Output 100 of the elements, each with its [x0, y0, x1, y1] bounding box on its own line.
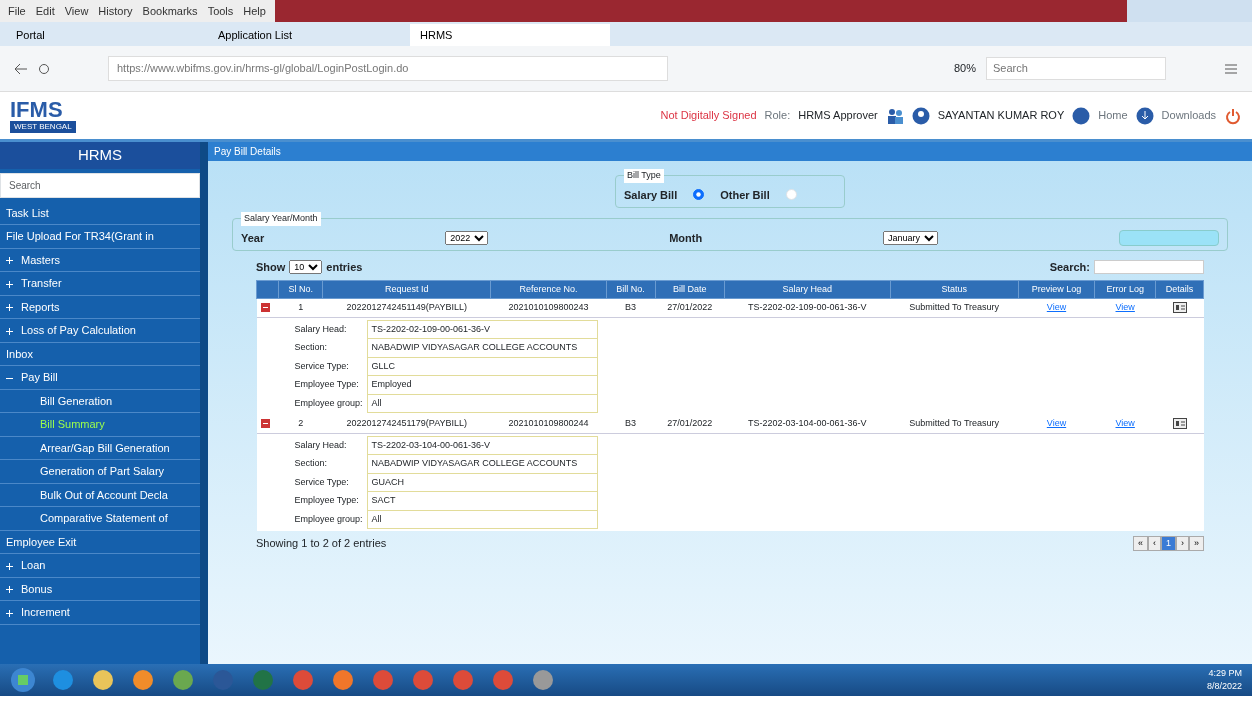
- details-icon[interactable]: [1172, 418, 1187, 430]
- page-length-select[interactable]: 10: [289, 260, 323, 275]
- sidebar-item[interactable]: Loss of Pay Calculation: [0, 319, 200, 343]
- download-icon[interactable]: [1135, 106, 1154, 125]
- detail-label: Salary Head:: [294, 323, 347, 334]
- detail-label: Employee group:: [294, 513, 363, 524]
- column-header: Sl No.: [278, 280, 323, 299]
- browser-tab[interactable]: Portal: [6, 23, 206, 46]
- field-label: Month: [669, 230, 703, 246]
- sidebar-item[interactable]: Generation of Part Salary: [0, 460, 200, 484]
- taskbar-app-icon[interactable]: [530, 668, 556, 692]
- sidebar-item[interactable]: Task List: [0, 201, 200, 225]
- detail-label: Service Type:: [294, 476, 349, 487]
- year-select[interactable]: 2022: [445, 230, 489, 245]
- search-field[interactable]: Search: [986, 57, 1166, 80]
- sidebar-item[interactable]: Arrear/Gap Bill Generation: [0, 436, 200, 460]
- sidebar-item[interactable]: Increment: [0, 601, 200, 625]
- table-cell: 2021010109800243: [508, 302, 589, 312]
- detail-label: Section:: [294, 458, 328, 468]
- sidebar-search-field[interactable]: Search: [0, 172, 200, 198]
- view-link[interactable]: View: [1115, 418, 1135, 428]
- menu-item[interactable]: Edit: [35, 2, 55, 20]
- radio-label: Salary Bill: [624, 187, 678, 203]
- taskbar-app-icon[interactable]: [90, 668, 116, 692]
- sidebar-item[interactable]: Pay Bill: [0, 366, 200, 390]
- sidebar-item[interactable]: File Upload For TR34(Grant in: [0, 225, 200, 249]
- detail-value: TS-2202-02-109-00-061-36-V: [371, 323, 491, 334]
- sign-status: Not Digitally Signed: [660, 108, 757, 124]
- menu-item[interactable]: File: [8, 2, 26, 20]
- table-cell: 1: [298, 302, 304, 312]
- url-field[interactable]: https://www.wbifms.gov.in/hrms-gl/global/LoginPostLogin.do: [108, 56, 668, 81]
- browser-tab[interactable]: HRMS: [410, 23, 610, 46]
- taskbar-app-icon[interactable]: [410, 668, 436, 692]
- table-cell: TS-2202-03-104-00-061-36-V: [748, 418, 867, 428]
- sidebar-item[interactable]: Transfer: [0, 272, 200, 296]
- taskbar-app-icon[interactable]: [370, 668, 396, 692]
- browser-tab[interactable]: Application List: [208, 23, 408, 46]
- menu-item[interactable]: Bookmarks: [142, 2, 198, 20]
- table-cell: Submitted To Treasury: [909, 418, 1000, 428]
- view-link[interactable]: View: [1115, 302, 1135, 312]
- menu-item[interactable]: View: [64, 2, 89, 20]
- detail-value: GLLC: [371, 360, 396, 371]
- menu-item[interactable]: Tools: [207, 2, 234, 20]
- user-icon[interactable]: [911, 106, 930, 125]
- sidebar-item[interactable]: Employee Exit: [0, 530, 200, 554]
- detail-value: GUACH: [371, 476, 405, 487]
- taskbar-app-icon[interactable]: [50, 668, 76, 692]
- radio-button[interactable]: [693, 189, 705, 201]
- zoom-level[interactable]: 80%: [953, 60, 976, 77]
- table-cell: TS-2202-02-109-00-061-36-V: [748, 302, 867, 312]
- taskbar-app-icon[interactable]: [490, 668, 516, 692]
- month-select[interactable]: January: [883, 230, 939, 245]
- detail-value: NABADWIP VIDYASAGAR COLLEGE ACCOUNTS: [371, 342, 578, 352]
- sidebar-item[interactable]: Masters: [0, 248, 200, 272]
- role-label: Role:: [764, 108, 791, 124]
- sidebar-item[interactable]: Comparative Statement of: [0, 507, 200, 531]
- table-cell: Submitted To Treasury: [909, 302, 1000, 312]
- table-search-field[interactable]: [1094, 260, 1204, 275]
- user-name[interactable]: SAYANTAN KUMAR ROY: [937, 107, 1065, 124]
- table-cell: 27/01/2022: [667, 302, 713, 312]
- column-header: Status: [890, 280, 1019, 299]
- table-info: Showing 1 to 2 of 2 entries: [256, 536, 387, 551]
- details-icon[interactable]: [1172, 302, 1187, 314]
- downloads-link[interactable]: Downloads: [1161, 107, 1216, 124]
- back-icon[interactable]: [14, 62, 28, 75]
- logo-text: IFMS: [10, 98, 64, 121]
- home-link[interactable]: Home: [1098, 107, 1128, 124]
- logo-subtitle: WEST BENGAL: [10, 120, 76, 133]
- collapse-icon[interactable]: [260, 303, 270, 313]
- detail-label: Employee group:: [294, 397, 363, 408]
- collapse-icon[interactable]: [260, 419, 270, 429]
- start-icon[interactable]: [10, 667, 36, 693]
- sidebar-item[interactable]: Bulk Out of Account Decla: [0, 483, 200, 507]
- detail-label: Employee Type:: [294, 379, 359, 389]
- view-link[interactable]: View: [1046, 302, 1067, 312]
- taskbar-app-icon[interactable]: [130, 668, 156, 692]
- taskbar-app-icon[interactable]: [170, 668, 196, 692]
- menu-icon[interactable]: [1224, 62, 1238, 75]
- sidebar-title: HRMS: [0, 142, 200, 169]
- taskbar-app-icon[interactable]: [290, 668, 316, 692]
- sidebar-item[interactable]: Reports: [0, 295, 200, 319]
- view-link[interactable]: View: [1046, 418, 1067, 428]
- column-header: Bill No.: [606, 280, 656, 299]
- table-cell: 2022012742451149(PAYBILL): [346, 302, 467, 312]
- sidebar-item[interactable]: Loan: [0, 554, 200, 578]
- sidebar-item[interactable]: Inbox: [0, 342, 200, 366]
- table-cell: 2022012742451179(PAYBILL): [346, 418, 467, 428]
- sidebar-item[interactable]: Bonus: [0, 577, 200, 601]
- users-icon[interactable]: [885, 106, 904, 125]
- entries-label: entries: [326, 260, 363, 275]
- sidebar-item[interactable]: Bill Summary: [0, 413, 200, 437]
- sidebar-item[interactable]: Bill Generation: [0, 389, 200, 413]
- detail-value: Employed: [371, 379, 412, 389]
- power-icon[interactable]: [1224, 106, 1242, 125]
- taskbar-app-icon[interactable]: [450, 668, 476, 692]
- taskbar-app-icon[interactable]: [330, 668, 356, 692]
- radio-label: Other Bill: [720, 187, 770, 203]
- menu-item[interactable]: Help: [243, 2, 266, 20]
- page-button[interactable]: «: [1132, 535, 1148, 551]
- menu-item[interactable]: History: [98, 2, 133, 20]
